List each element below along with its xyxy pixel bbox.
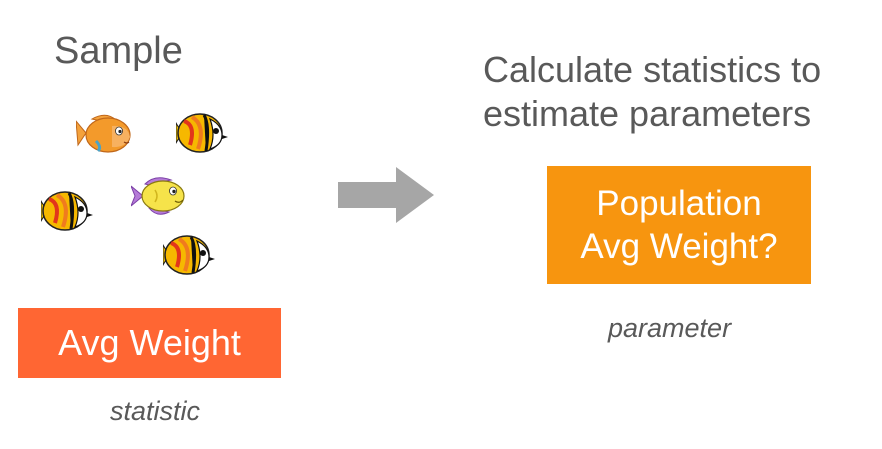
- estimate-title: Calculate statistics to estimate paramet…: [483, 49, 822, 134]
- butterfly-fish-icon: [163, 235, 215, 275]
- statistic-label: Avg Weight: [58, 322, 241, 363]
- statistic-caption: statistic: [110, 396, 201, 426]
- parameter-label-line2: Avg Weight?: [580, 227, 778, 266]
- parameter-caption: parameter: [608, 313, 732, 343]
- right-arrow-icon: [338, 167, 434, 223]
- yellow-fish-icon: [131, 177, 185, 215]
- orange-fish-icon: [76, 114, 131, 153]
- statistic-box: Avg Weight: [18, 308, 281, 378]
- sample-title: Sample: [54, 30, 183, 72]
- butterfly-fish-icon: [41, 191, 93, 231]
- parameter-box: Population Avg Weight?: [547, 166, 811, 284]
- parameter-label-line1: Population: [596, 184, 762, 223]
- butterfly-fish-icon: [176, 113, 228, 153]
